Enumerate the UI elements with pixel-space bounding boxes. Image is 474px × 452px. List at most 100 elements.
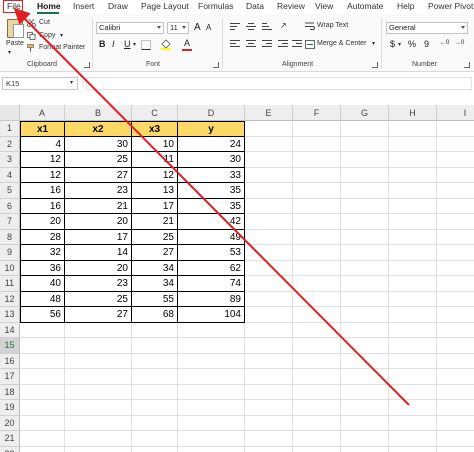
row-header-15[interactable]: 15 (0, 338, 20, 354)
cell-i20[interactable] (437, 416, 474, 431)
cell-c20[interactable] (132, 415, 178, 431)
cell-h18[interactable] (389, 384, 437, 400)
row-header-8[interactable]: 8 (0, 229, 20, 245)
cell-g21[interactable] (341, 431, 389, 447)
tab-view[interactable]: View (315, 1, 333, 11)
cell-a3[interactable]: 12 (20, 152, 65, 168)
row-header-16[interactable]: 16 (0, 353, 20, 369)
row-header-22[interactable]: 22 (0, 446, 20, 452)
cell-b5[interactable]: 23 (65, 183, 132, 199)
cell-f3[interactable] (293, 152, 341, 168)
cell-i4[interactable] (437, 168, 474, 183)
cell-d22[interactable] (178, 446, 245, 452)
cell-b13[interactable]: 27 (65, 307, 132, 323)
cell-i14[interactable] (437, 323, 474, 338)
comma-style-button[interactable]: 9 (424, 39, 429, 49)
cell-a10[interactable]: 36 (20, 260, 65, 276)
column-header-i[interactable]: I (437, 105, 474, 121)
number-format-select[interactable]: General (386, 22, 468, 34)
cell-e13[interactable] (245, 307, 293, 323)
cell-b8[interactable]: 17 (65, 229, 132, 245)
underline-button[interactable]: U (124, 39, 131, 49)
tab-help[interactable]: Help (397, 1, 414, 11)
percent-button[interactable]: % (408, 39, 416, 49)
cell-d9[interactable]: 53 (178, 245, 245, 261)
tab-data[interactable]: Data (246, 1, 264, 11)
cell-g13[interactable] (341, 307, 389, 323)
cell-d20[interactable] (178, 415, 245, 431)
copy-icon[interactable] (27, 32, 36, 40)
cell-d14[interactable] (178, 322, 245, 338)
cell-i19[interactable] (437, 400, 474, 416)
cell-f8[interactable] (293, 229, 341, 245)
row-header-19[interactable]: 19 (0, 400, 20, 416)
merge-center-button[interactable]: Merge & Center (317, 40, 366, 47)
cell-i10[interactable] (437, 261, 474, 276)
cell-h20[interactable] (389, 415, 437, 431)
cell-f11[interactable] (293, 276, 341, 292)
cell-f20[interactable] (293, 415, 341, 431)
cell-c21[interactable] (132, 431, 178, 447)
cell-c22[interactable] (132, 446, 178, 452)
italic-button[interactable]: I (112, 39, 115, 49)
row-header-5[interactable]: 5 (0, 183, 20, 199)
cell-b18[interactable] (65, 384, 132, 400)
cell-a15[interactable] (20, 338, 65, 354)
cell-i18[interactable] (437, 385, 474, 400)
paste-dropdown-icon[interactable]: ▾ (8, 49, 11, 56)
cell-f21[interactable] (293, 431, 341, 447)
cell-e15[interactable] (245, 338, 293, 354)
cell-e7[interactable] (245, 214, 293, 230)
merge-dropdown-icon[interactable]: ▾ (372, 40, 375, 47)
cell-a9[interactable]: 32 (20, 245, 65, 261)
currency-button[interactable]: $ (390, 39, 395, 49)
column-header-a[interactable]: A (20, 105, 65, 121)
row-header-13[interactable]: 13 (0, 307, 20, 323)
middle-align-icon[interactable] (246, 23, 256, 31)
cell-h15[interactable] (389, 338, 437, 354)
cell-h8[interactable] (389, 229, 437, 245)
top-align-icon[interactable] (230, 23, 240, 31)
cell-e3[interactable] (245, 152, 293, 168)
cell-e21[interactable] (245, 431, 293, 447)
row-header-9[interactable]: 9 (0, 245, 20, 261)
select-all-corner[interactable] (0, 105, 20, 121)
cell-e8[interactable] (245, 229, 293, 245)
cell-b2[interactable]: 30 (65, 136, 132, 152)
cell-b7[interactable]: 20 (65, 214, 132, 230)
cell-b6[interactable]: 21 (65, 198, 132, 214)
cell-i21[interactable] (437, 431, 474, 447)
cell-c1[interactable]: x3 (132, 121, 178, 137)
column-header-e[interactable]: E (245, 105, 293, 121)
cell-c4[interactable]: 12 (132, 167, 178, 183)
cell-a2[interactable]: 4 (20, 136, 65, 152)
cell-i15[interactable] (437, 338, 474, 354)
cell-d19[interactable] (178, 400, 245, 416)
row-header-21[interactable]: 21 (0, 431, 20, 447)
row-header-10[interactable]: 10 (0, 260, 20, 276)
merge-center-icon[interactable] (305, 40, 315, 49)
cell-a4[interactable]: 12 (20, 167, 65, 183)
number-launcher-icon[interactable] (464, 62, 470, 68)
orientation-icon[interactable]: ↗ (280, 21, 287, 30)
cell-f16[interactable] (293, 353, 341, 369)
cell-d11[interactable]: 74 (178, 276, 245, 292)
cell-h10[interactable] (389, 260, 437, 276)
cell-b10[interactable]: 20 (65, 260, 132, 276)
cell-d5[interactable]: 35 (178, 183, 245, 199)
cell-h12[interactable] (389, 291, 437, 307)
wrap-text-icon[interactable] (305, 22, 315, 31)
clipboard-icon[interactable] (7, 19, 24, 38)
tab-automate[interactable]: Automate (347, 1, 383, 11)
cell-e18[interactable] (245, 384, 293, 400)
tab-formulas[interactable]: Formulas (198, 1, 233, 11)
column-header-d[interactable]: D (178, 105, 245, 121)
cell-i1[interactable] (437, 121, 474, 137)
font-color-button[interactable]: A (184, 38, 190, 48)
cell-b20[interactable] (65, 415, 132, 431)
column-header-f[interactable]: F (293, 105, 341, 121)
cell-b3[interactable]: 25 (65, 152, 132, 168)
row-header-1[interactable]: 1 (0, 121, 20, 137)
cell-a7[interactable]: 20 (20, 214, 65, 230)
cell-d6[interactable]: 35 (178, 198, 245, 214)
